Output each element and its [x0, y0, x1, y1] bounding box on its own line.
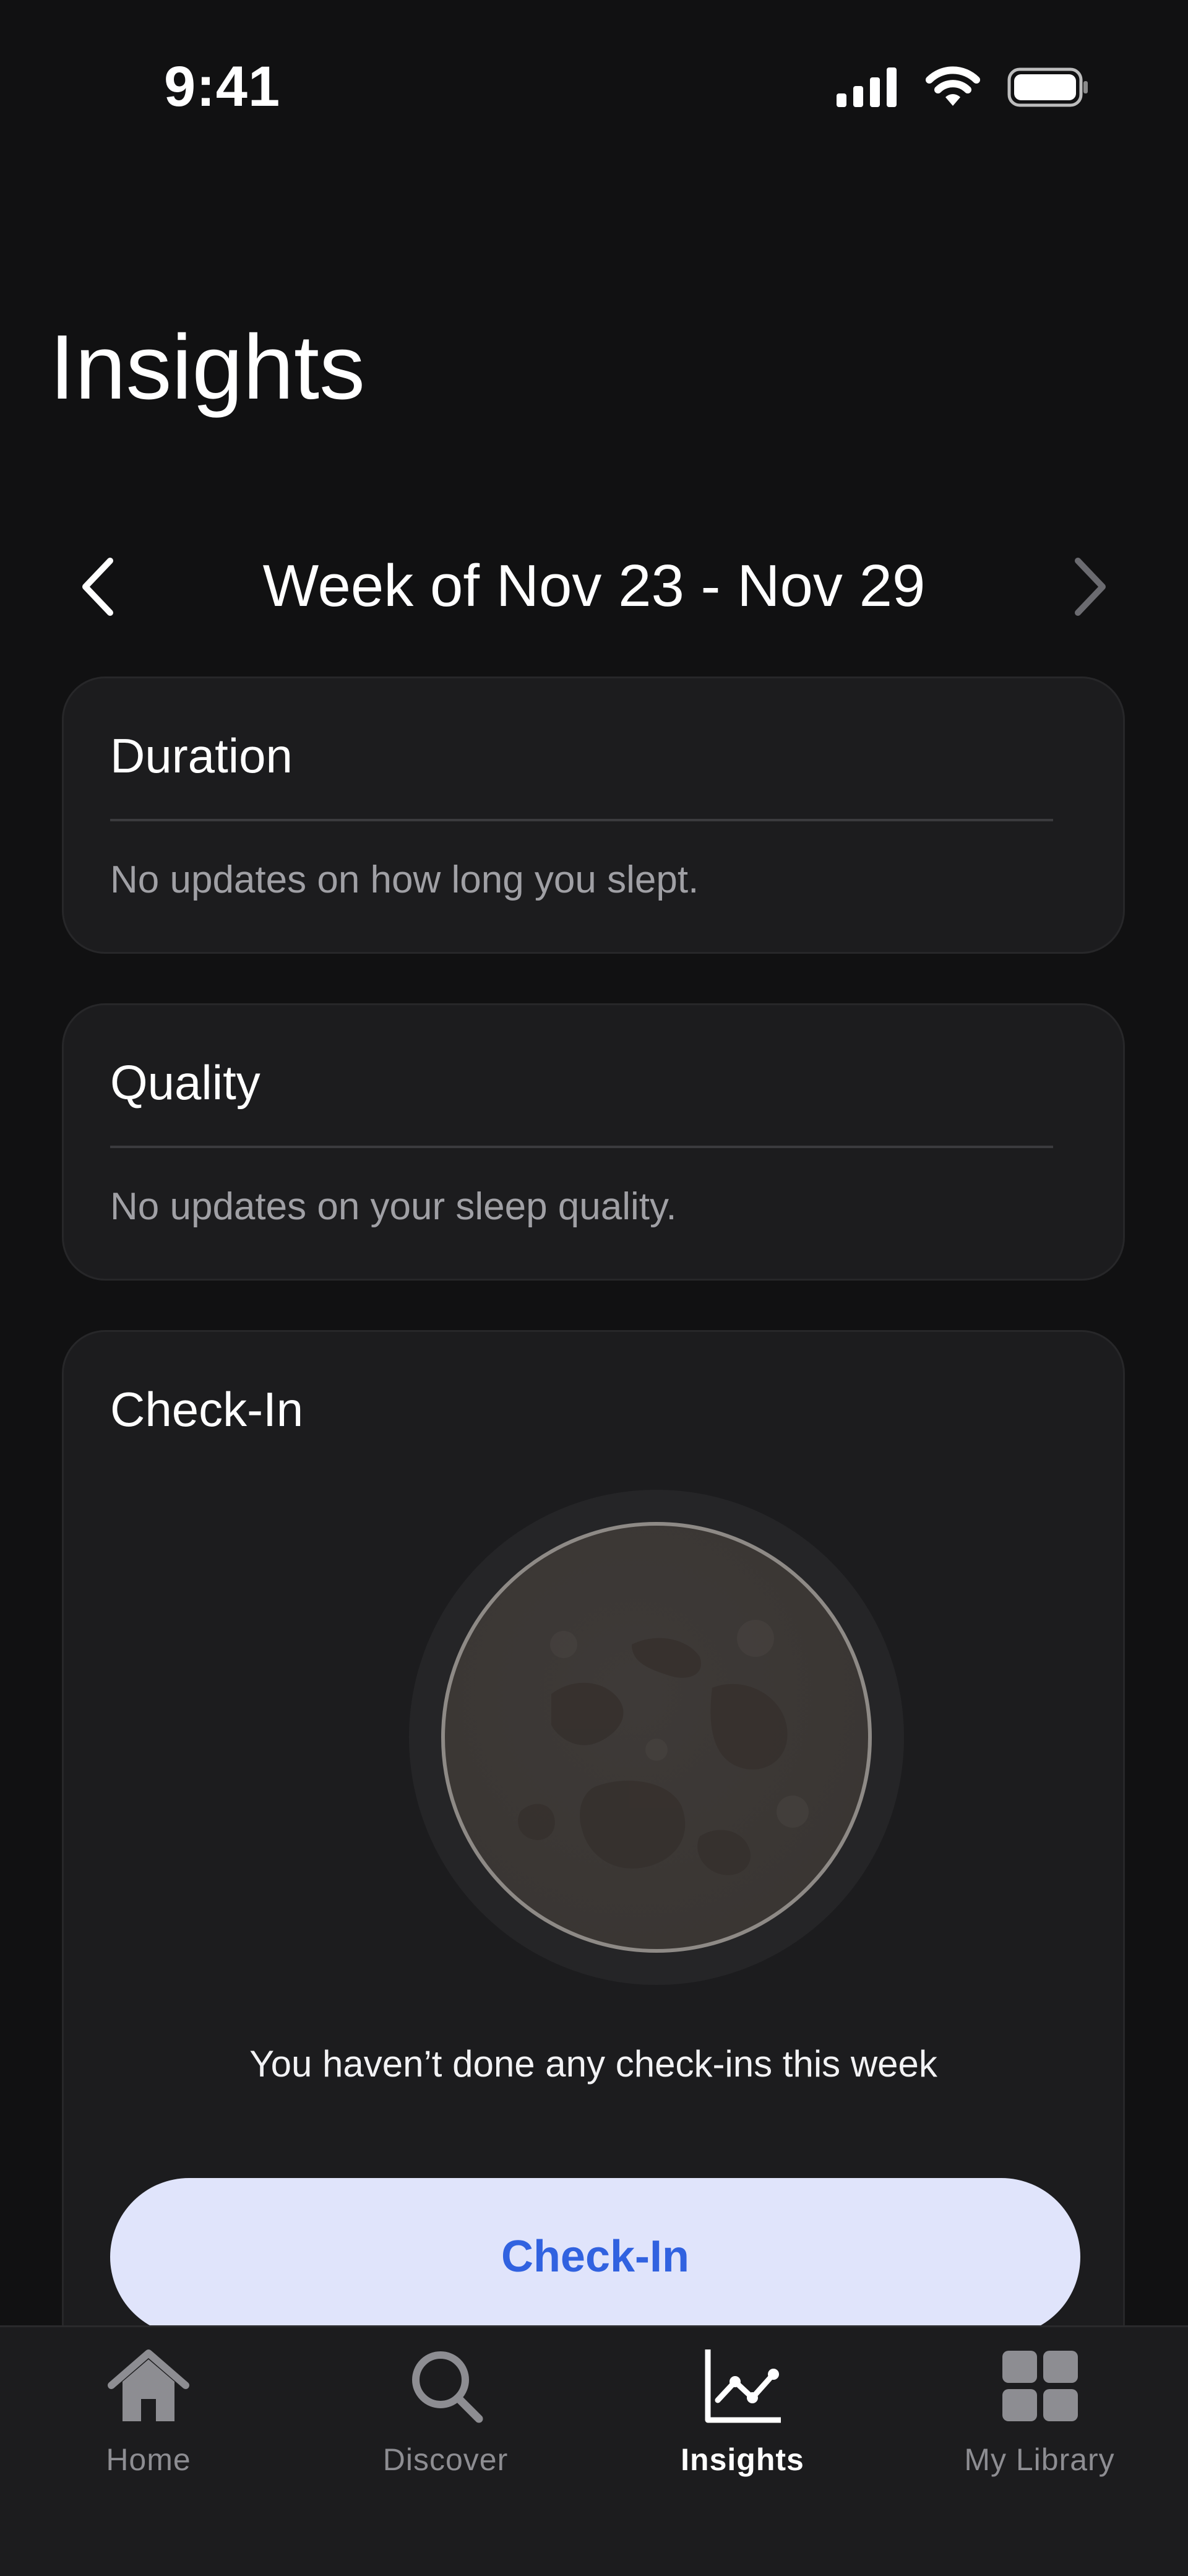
tab-library-label: My Library: [964, 2442, 1115, 2477]
week-navigator: Week of Nov 23 - Nov 29: [0, 545, 1188, 625]
wifi-icon: [926, 66, 980, 106]
duration-card-title: Duration: [110, 728, 293, 783]
grid-icon: [1002, 2351, 1078, 2421]
checkin-card-title: Check-In: [110, 1382, 304, 1437]
search-icon: [412, 2351, 483, 2423]
status-time: 9:41: [164, 55, 281, 118]
tab-discover-label: Discover: [382, 2442, 509, 2477]
chart-icon: [705, 2349, 781, 2423]
checkin-empty-message: You haven’t done any check-ins this week: [249, 2043, 937, 2085]
status-icons: [837, 65, 1089, 107]
quality-card[interactable]: Quality No updates on your sleep quality…: [62, 1003, 1125, 1281]
quality-card-message: No updates on your sleep quality.: [110, 1185, 677, 1228]
checkin-button[interactable]: Check-In: [110, 2178, 1080, 2336]
moon-illustration: [409, 1490, 904, 1985]
tab-home-label: Home: [106, 2442, 191, 2477]
divider: [110, 819, 1053, 821]
duration-card[interactable]: Duration No updates on how long you slep…: [62, 676, 1125, 954]
tab-insights-label: Insights: [681, 2442, 804, 2477]
cellular-signal-icon: [837, 67, 897, 107]
status-bar: 9:41: [0, 0, 1188, 179]
tab-discover[interactable]: Discover: [297, 2327, 594, 2513]
duration-card-message: No updates on how long you slept.: [110, 858, 699, 901]
divider: [110, 1146, 1053, 1148]
home-icon: [108, 2349, 189, 2421]
week-label: Week of Nov 23 - Nov 29: [262, 553, 926, 619]
tab-home[interactable]: Home: [0, 2327, 297, 2513]
tab-library[interactable]: My Library: [891, 2327, 1188, 2513]
quality-card-title: Quality: [110, 1055, 260, 1110]
tab-insights[interactable]: Insights: [594, 2327, 891, 2513]
battery-icon: [1007, 67, 1088, 107]
next-week-button[interactable]: [1058, 556, 1120, 618]
page-title: Insights: [50, 316, 366, 418]
moon-icon: [409, 1490, 904, 1985]
tab-bar: Home Discover Insights My Library: [0, 2325, 1188, 2576]
chevron-right-icon: [1075, 558, 1106, 616]
